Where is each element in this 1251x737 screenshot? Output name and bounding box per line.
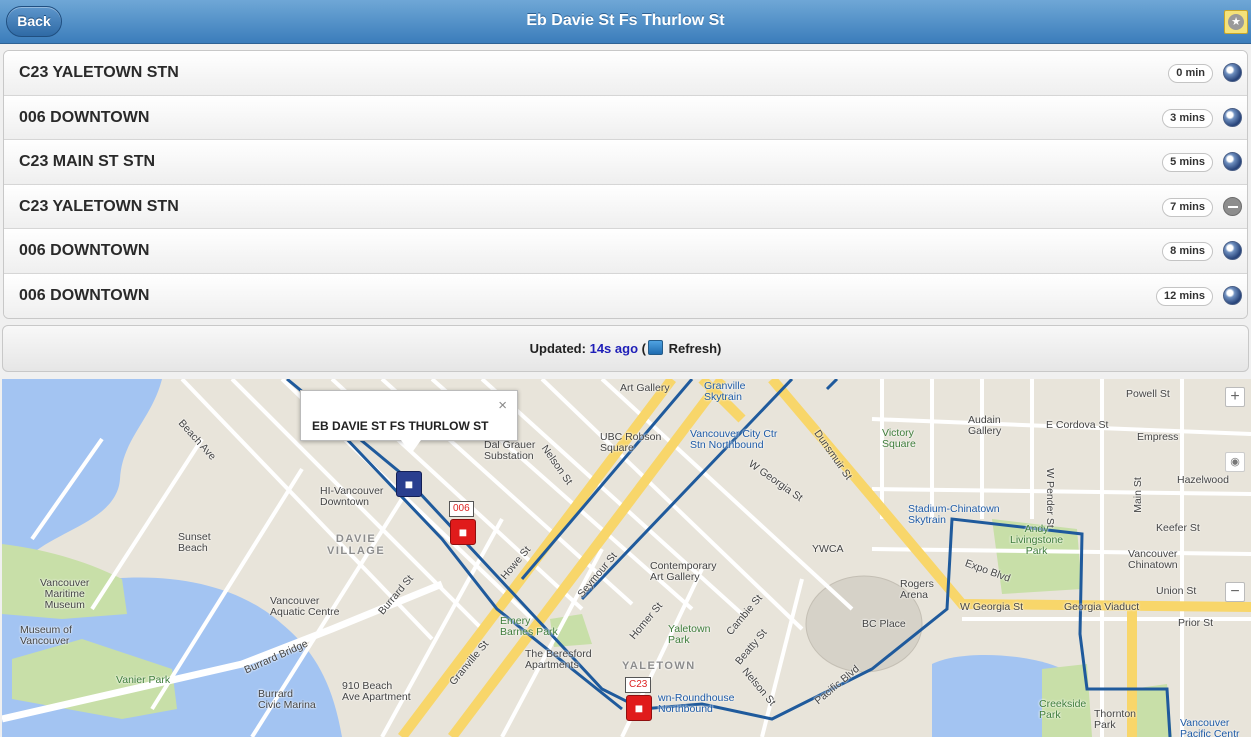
eta-badge: 3 mins (1162, 108, 1213, 128)
bus-route-tag: 006 (449, 501, 474, 517)
map-label: Stadium-Chinatown Skytrain (908, 503, 1000, 526)
map-label: DAVIE VILLAGE (327, 533, 386, 557)
refresh-link[interactable]: Refresh) (669, 341, 722, 356)
map-label: Museum of Vancouver (20, 624, 72, 647)
route-label: C23 YALETOWN STN (19, 197, 179, 215)
star-icon: ★ (1228, 14, 1244, 30)
refresh-icon[interactable] (647, 340, 663, 355)
arrival-row[interactable]: C23 MAIN ST STN 5 mins (4, 140, 1247, 185)
map-label: UBC Robson Square (600, 431, 662, 454)
map-label: Vancouver Pacific Centr (1180, 717, 1240, 737)
map-label: Hazelwood (1177, 474, 1229, 486)
eta-badge: 7 mins (1162, 197, 1213, 217)
arrival-row[interactable]: 006 DOWNTOWN 3 mins (4, 95, 1247, 140)
map-label: YWCA (812, 543, 844, 555)
map-view[interactable]: Art Gallery Granville Skytrain Powell St… (2, 379, 1251, 737)
map-label: Georgia Viaduct (1064, 601, 1140, 613)
map-label: The Beresford Apartments (525, 648, 592, 671)
map-label: 910 Beach Ave Apartment (342, 680, 411, 703)
updated-label: Updated: (529, 341, 586, 356)
map-label: Keefer St (1156, 522, 1200, 534)
map-label: YALETOWN (622, 660, 696, 672)
map-label: Yaletown Park (668, 623, 711, 646)
arrival-row[interactable]: 006 DOWNTOWN 12 mins (4, 273, 1247, 318)
route-label: C23 MAIN ST STN (19, 153, 156, 170)
map-label: Victory Square (882, 427, 916, 450)
arrival-row[interactable]: C23 YALETOWN STN 0 min (4, 51, 1247, 96)
scheduled-minus-icon (1223, 196, 1242, 216)
zoom-out-button[interactable]: − (1225, 582, 1245, 602)
live-gps-icon (1223, 152, 1242, 171)
header-bar: Back Eb Davie St Fs Thurlow St ★ (0, 0, 1251, 44)
arrival-row[interactable]: 006 DOWNTOWN 8 mins (4, 229, 1247, 274)
arrival-row[interactable]: C23 YALETOWN STN 7 mins (4, 184, 1247, 229)
map-label: W Pender St (1043, 468, 1056, 528)
close-icon[interactable]: × (498, 397, 507, 414)
map-label: E Cordova St (1046, 419, 1109, 431)
map-label: Thornton Park (1094, 708, 1137, 731)
map-label: Sunset Beach (178, 531, 211, 554)
live-gps-icon (1223, 241, 1242, 260)
map-label: Vancouver Chinatown (1128, 548, 1178, 571)
map-label: Empress (1137, 431, 1179, 443)
page-title: Eb Davie St Fs Thurlow St (526, 12, 725, 29)
map-label: Vancouver Maritime Museum (40, 577, 90, 611)
map-label: Powell St (1126, 388, 1170, 400)
eta-badge: 12 mins (1156, 286, 1213, 306)
updated-status-bar: Updated: 14s ago ( Refresh) (2, 325, 1249, 372)
street-view-icon[interactable]: ◉ (1225, 452, 1245, 472)
live-gps-icon (1223, 285, 1242, 305)
route-label: 006 DOWNTOWN (19, 286, 150, 304)
map-label: Vancouver City Ctr Stn Northbound (690, 428, 778, 451)
map-label: Main St (1131, 477, 1144, 513)
arrivals-list: C23 YALETOWN STN 0 min 006 DOWNTOWN 3 mi… (3, 50, 1248, 319)
map-label: W Georgia St (960, 601, 1024, 613)
stop-info-popup: EB DAVIE ST FS THURLOW ST × (300, 390, 518, 454)
map-label: Dal Grauer Substation (484, 439, 536, 462)
eta-badge: 5 mins (1162, 153, 1213, 172)
map-label: wn-Roundhouse Northbound (658, 692, 735, 715)
map-label: Prior St (1178, 617, 1214, 629)
map-label: Vanier Park (116, 674, 171, 686)
map-label: Vancouver Aquatic Centre (270, 595, 340, 618)
eta-badge: 8 mins (1162, 242, 1213, 261)
popup-title: EB DAVIE ST FS THURLOW ST (312, 419, 489, 433)
bus-route-tag: C23 (625, 677, 652, 693)
route-label: 006 DOWNTOWN (19, 108, 150, 126)
live-gps-icon (1223, 63, 1242, 82)
map-label: Andy Livingstone Park (1010, 523, 1064, 557)
map-label: HI-Vancouver Downtown (320, 485, 384, 508)
map-label: Granville Skytrain (704, 380, 746, 403)
map-label: BC Place (862, 618, 906, 630)
bus-marker-icon[interactable]: ■ (450, 519, 476, 545)
map-label: Union St (1156, 585, 1197, 597)
stop-marker-icon[interactable]: ■ (396, 471, 422, 497)
map-label: Emery Barnes Park (500, 615, 558, 638)
route-label: 006 DOWNTOWN (19, 242, 150, 259)
favorite-button[interactable]: ★ (1224, 10, 1248, 34)
map-label: Audain Gallery (968, 414, 1002, 437)
bus-marker-icon[interactable]: ■ (626, 695, 652, 721)
map-label: Burrard Civic Marina (258, 688, 316, 711)
route-label: C23 YALETOWN STN (19, 64, 179, 81)
map-label: Art Gallery (620, 382, 670, 394)
map-label: Creekside Park (1039, 698, 1087, 721)
open-paren: ( (641, 341, 646, 356)
map-label: Rogers Arena (900, 578, 934, 601)
live-gps-icon (1223, 107, 1242, 127)
zoom-in-button[interactable]: + (1225, 387, 1245, 407)
eta-badge: 0 min (1168, 64, 1213, 83)
updated-ago: 14s ago (589, 341, 639, 356)
map-label: Contemporary Art Gallery (650, 560, 717, 583)
